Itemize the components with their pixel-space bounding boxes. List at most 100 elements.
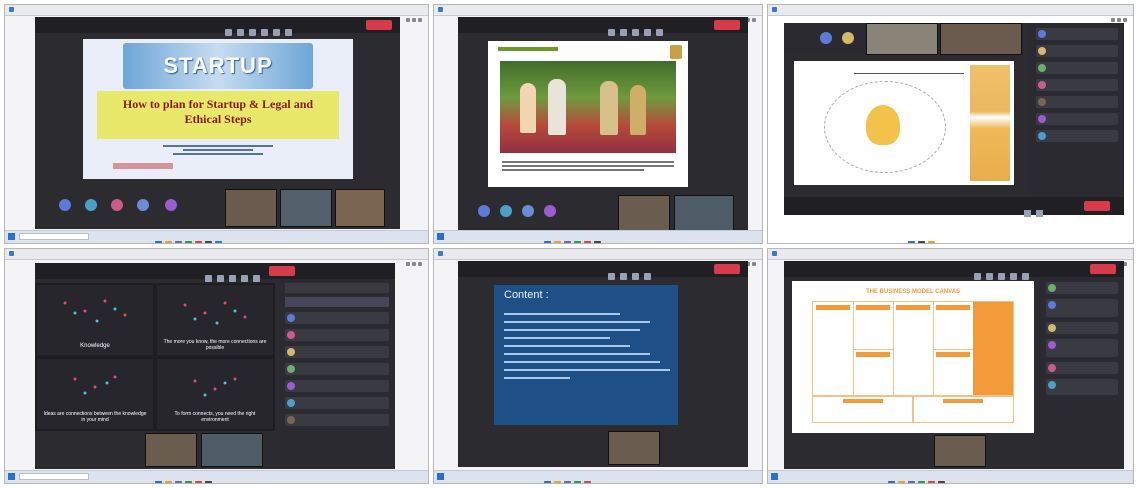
people-icon[interactable] <box>620 273 627 280</box>
event-photo <box>500 61 676 153</box>
camera-icon[interactable] <box>644 273 651 280</box>
leave-button[interactable] <box>1084 201 1110 211</box>
more-icon[interactable] <box>632 29 639 36</box>
customer-segments-box <box>973 302 1013 396</box>
camera-icon[interactable] <box>1010 273 1017 280</box>
people-icon[interactable] <box>986 273 993 280</box>
meeting-toolbar <box>35 263 395 282</box>
meeting-window <box>784 23 1124 217</box>
meeting-window <box>458 17 748 233</box>
canvas-grid <box>812 301 1014 397</box>
chat-icon[interactable] <box>205 275 212 282</box>
canvas-title: THE BUSINESS MODEL CANVAS <box>865 289 961 295</box>
leave-button[interactable] <box>714 264 740 274</box>
participant-video[interactable] <box>618 195 670 233</box>
taskbar-search[interactable] <box>19 233 89 240</box>
windows-taskbar <box>434 470 762 483</box>
panel-event-photo <box>433 4 763 244</box>
camera-icon[interactable] <box>241 275 248 282</box>
leave-button[interactable] <box>714 20 740 30</box>
participant-bar <box>55 433 275 467</box>
taskbar-search[interactable] <box>19 473 89 480</box>
leave-button[interactable] <box>1090 264 1116 274</box>
participant-video[interactable] <box>201 433 263 467</box>
participant-video[interactable] <box>280 189 332 227</box>
lightbulb-icon <box>866 105 900 145</box>
mic-icon[interactable] <box>656 29 663 36</box>
camera-icon[interactable] <box>644 29 651 36</box>
mic-icon[interactable] <box>1022 273 1029 280</box>
more-icon[interactable] <box>998 273 1005 280</box>
windows-start-icon[interactable] <box>8 473 15 480</box>
value-proposition-box <box>893 302 934 396</box>
leave-button[interactable] <box>269 266 295 276</box>
windows-start-icon[interactable] <box>437 233 444 240</box>
participant-avatar[interactable] <box>842 32 854 44</box>
participant-video[interactable] <box>934 435 986 467</box>
participant-avatar[interactable] <box>500 205 512 217</box>
participant-video[interactable] <box>866 23 938 55</box>
participant-bar <box>55 187 385 227</box>
camera-icon[interactable] <box>1024 210 1031 217</box>
share-icon[interactable] <box>285 29 292 36</box>
participant-avatar[interactable] <box>111 199 123 211</box>
slide-heading-box: How to plan for Startup & Legal and Ethi… <box>97 91 339 139</box>
participant-avatar[interactable] <box>544 205 556 217</box>
windows-start-icon[interactable] <box>437 473 444 480</box>
participant-avatar[interactable] <box>478 205 490 217</box>
participant-avatar[interactable] <box>165 199 177 211</box>
participant-video[interactable] <box>335 189 385 227</box>
chat-icon[interactable] <box>225 29 232 36</box>
windows-taskbar <box>434 230 762 243</box>
more-icon[interactable] <box>229 275 236 282</box>
channels-box <box>933 349 974 396</box>
participant-bar <box>468 193 738 233</box>
panel-idea-slide <box>767 4 1134 244</box>
participant-video[interactable] <box>674 195 734 233</box>
more-icon[interactable] <box>249 29 256 36</box>
participant-video[interactable] <box>225 189 277 227</box>
panel-business-canvas: THE BUSINESS MODEL CANVAS <box>767 248 1134 484</box>
people-icon[interactable] <box>620 29 627 36</box>
mic-icon[interactable] <box>273 29 280 36</box>
chat-icon[interactable] <box>608 29 615 36</box>
participant-video[interactable] <box>940 23 1022 55</box>
mic-icon[interactable] <box>253 275 260 282</box>
chat-icon[interactable] <box>974 273 981 280</box>
chat-icon[interactable] <box>608 273 615 280</box>
date-info <box>113 163 173 169</box>
participant-bar <box>854 435 1034 467</box>
app-logo-icon <box>9 7 14 12</box>
participant-avatar[interactable] <box>820 32 832 44</box>
people-icon[interactable] <box>217 275 224 282</box>
people-icon[interactable] <box>237 29 244 36</box>
participant-video-row <box>784 23 1024 55</box>
slide-area <box>488 41 688 187</box>
participant-bar <box>468 431 738 465</box>
meeting-bottom-bar <box>784 197 1124 217</box>
windows-taskbar <box>768 470 1133 483</box>
key-resources-box <box>853 349 894 396</box>
windows-start-icon[interactable] <box>771 473 778 480</box>
windows-taskbar <box>5 470 428 483</box>
windows-start-icon[interactable] <box>8 233 15 240</box>
leave-button[interactable] <box>366 20 392 30</box>
participant-avatar[interactable] <box>137 199 149 211</box>
participants-panel <box>1030 23 1124 195</box>
customer-relationships-box <box>933 302 974 350</box>
window-titlebar <box>768 5 1133 22</box>
speaker-info <box>163 143 273 161</box>
app-logo-icon <box>772 7 777 12</box>
participant-video[interactable] <box>145 433 197 467</box>
camera-icon[interactable] <box>261 29 268 36</box>
app-logo-icon <box>438 251 443 256</box>
participant-avatar[interactable] <box>85 199 97 211</box>
mic-icon[interactable] <box>1036 210 1043 217</box>
more-icon[interactable] <box>632 273 639 280</box>
participant-avatar[interactable] <box>522 205 534 217</box>
revenue-streams-box <box>912 395 1014 423</box>
participant-avatar[interactable] <box>59 199 71 211</box>
window-titlebar <box>434 249 762 266</box>
app-logo-icon <box>438 7 443 12</box>
participant-video[interactable] <box>608 431 660 465</box>
